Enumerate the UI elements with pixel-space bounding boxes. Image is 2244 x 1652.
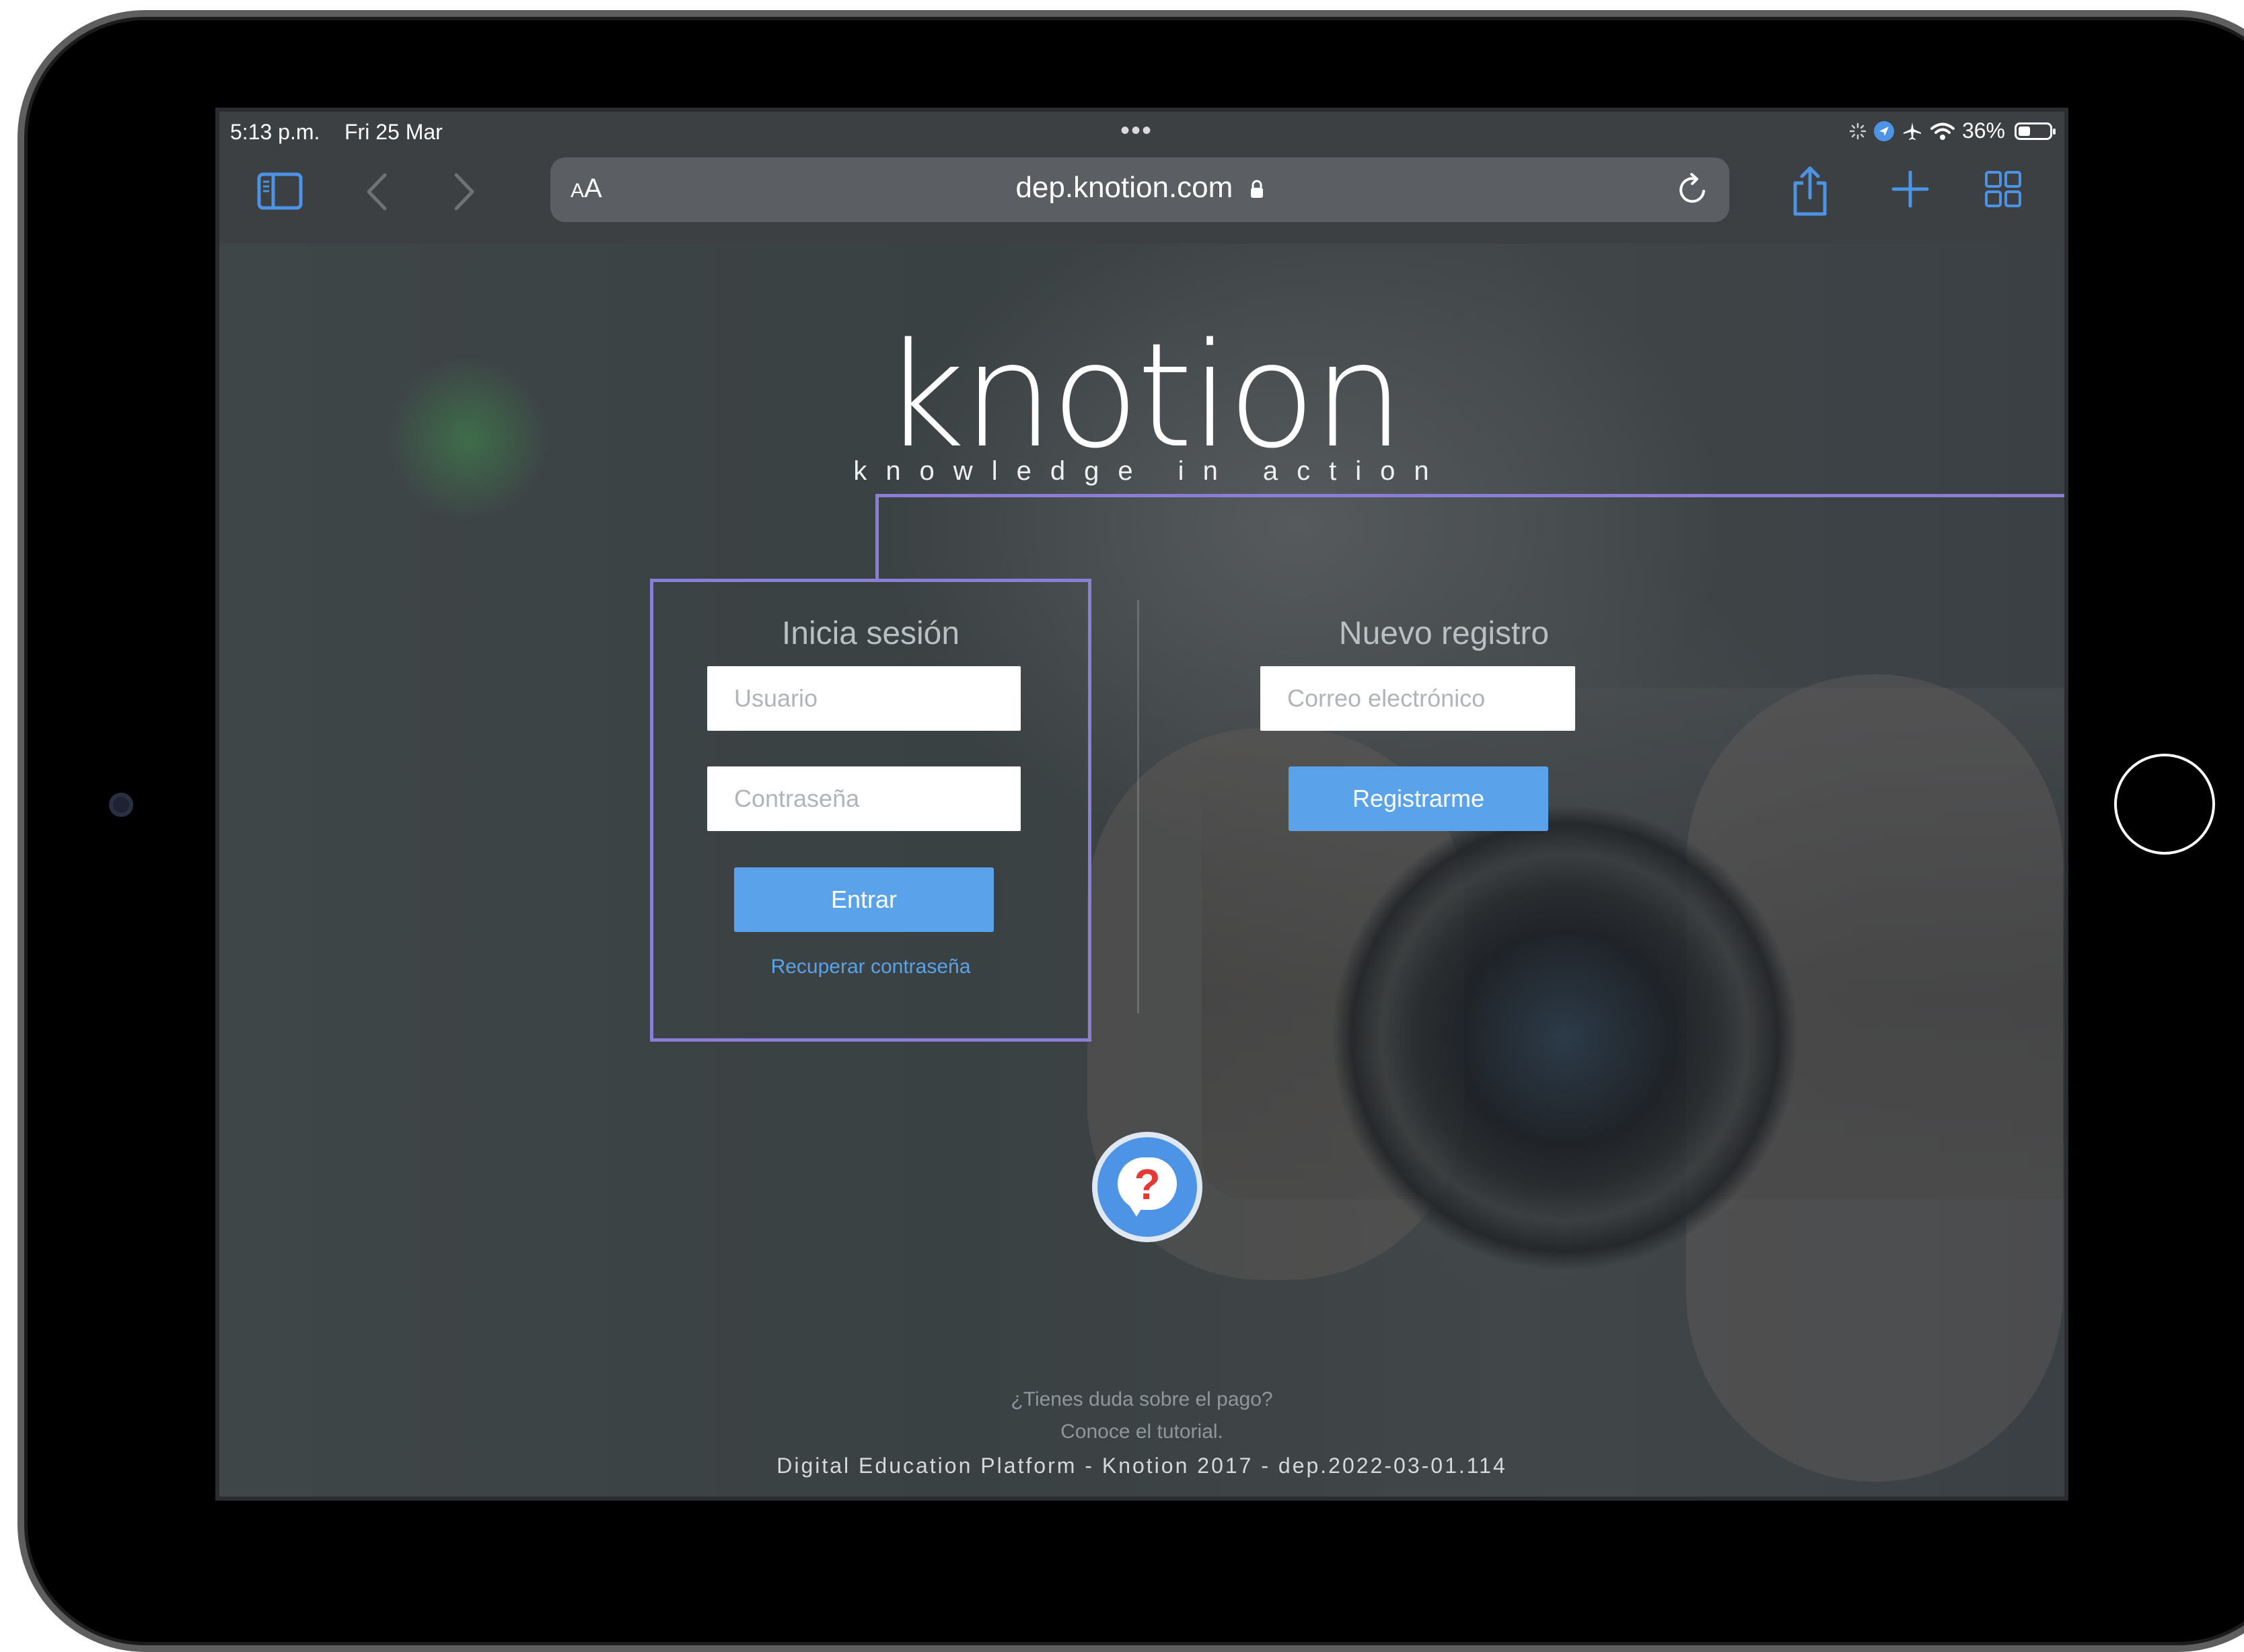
status-time: 5:13 p.m. [230,120,320,144]
tab-overview-icon[interactable] [1984,170,2023,209]
address-bar[interactable]: AA dep.knotion.com [550,157,1729,222]
reload-icon[interactable] [1674,171,1710,209]
knotion-logo: knotion knowledge in action [219,324,2064,487]
status-date: Fri 25 Mar [345,120,443,144]
logo-tagline: knowledge in action [853,456,1448,486]
battery-icon [2015,122,2056,140]
activity-spinner-icon [1849,122,1867,139]
footer-version: Digital Education Platform - Knotion 201… [776,1453,1507,1478]
url-display[interactable]: dep.knotion.com [550,171,1729,205]
airplane-mode-icon [1903,122,1921,140]
share-icon[interactable] [1790,166,1830,217]
help-tutorial-link[interactable]: ¿Tienes duda sobre el pago? Conoce el tu… [219,1384,2064,1448]
location-icon [1873,120,1894,141]
login-page: knotion knowledge in action Inicia sesió… [219,244,2064,1497]
battery-percentage: 36% [1961,118,2005,143]
back-arrow-icon[interactable] [362,171,393,213]
register-button[interactable]: Registrarme [1289,766,1548,831]
wifi-icon [1930,122,1955,140]
multitasking-dots-icon[interactable]: ••• [1120,117,1153,144]
home-button[interactable] [2114,754,2215,855]
email-input[interactable] [1260,666,1575,731]
front-camera [109,793,133,817]
login-title: Inicia sesión [781,616,960,651]
username-input[interactable] [707,666,1021,731]
help-question-text: ¿Tienes duda sobre el pago? [1011,1388,1273,1410]
background-photo-lens [1330,802,1801,1273]
new-tab-icon[interactable] [1891,170,1930,209]
sidebar-icon[interactable] [257,172,303,210]
url-text: dep.knotion.com [1015,171,1233,204]
annotation-connector [875,494,2064,497]
help-bubble-tail [1127,1202,1146,1217]
ipad-screen: 5:13 p.m. Fri 25 Mar ••• 36% AA dep.knot… [215,108,2068,1501]
help-chat-icon[interactable]: ? [1092,1132,1202,1242]
login-button[interactable]: Entrar [734,867,994,932]
lock-icon [1250,180,1263,199]
column-divider [1137,600,1139,1013]
annotation-connector [875,494,879,581]
logo-wordmark: knotion [881,312,1404,480]
help-tutorial-text: Conoce el tutorial. [1060,1421,1223,1443]
status-indicators: 36% [1849,118,2056,143]
forward-arrow-icon[interactable] [448,171,479,213]
register-title: Nuevo registro [1338,616,1550,651]
recover-password-link[interactable]: Recuperar contraseña [650,956,1091,978]
password-input[interactable] [707,766,1021,831]
safari-toolbar: 5:13 p.m. Fri 25 Mar ••• 36% AA dep.knot… [219,112,2064,244]
